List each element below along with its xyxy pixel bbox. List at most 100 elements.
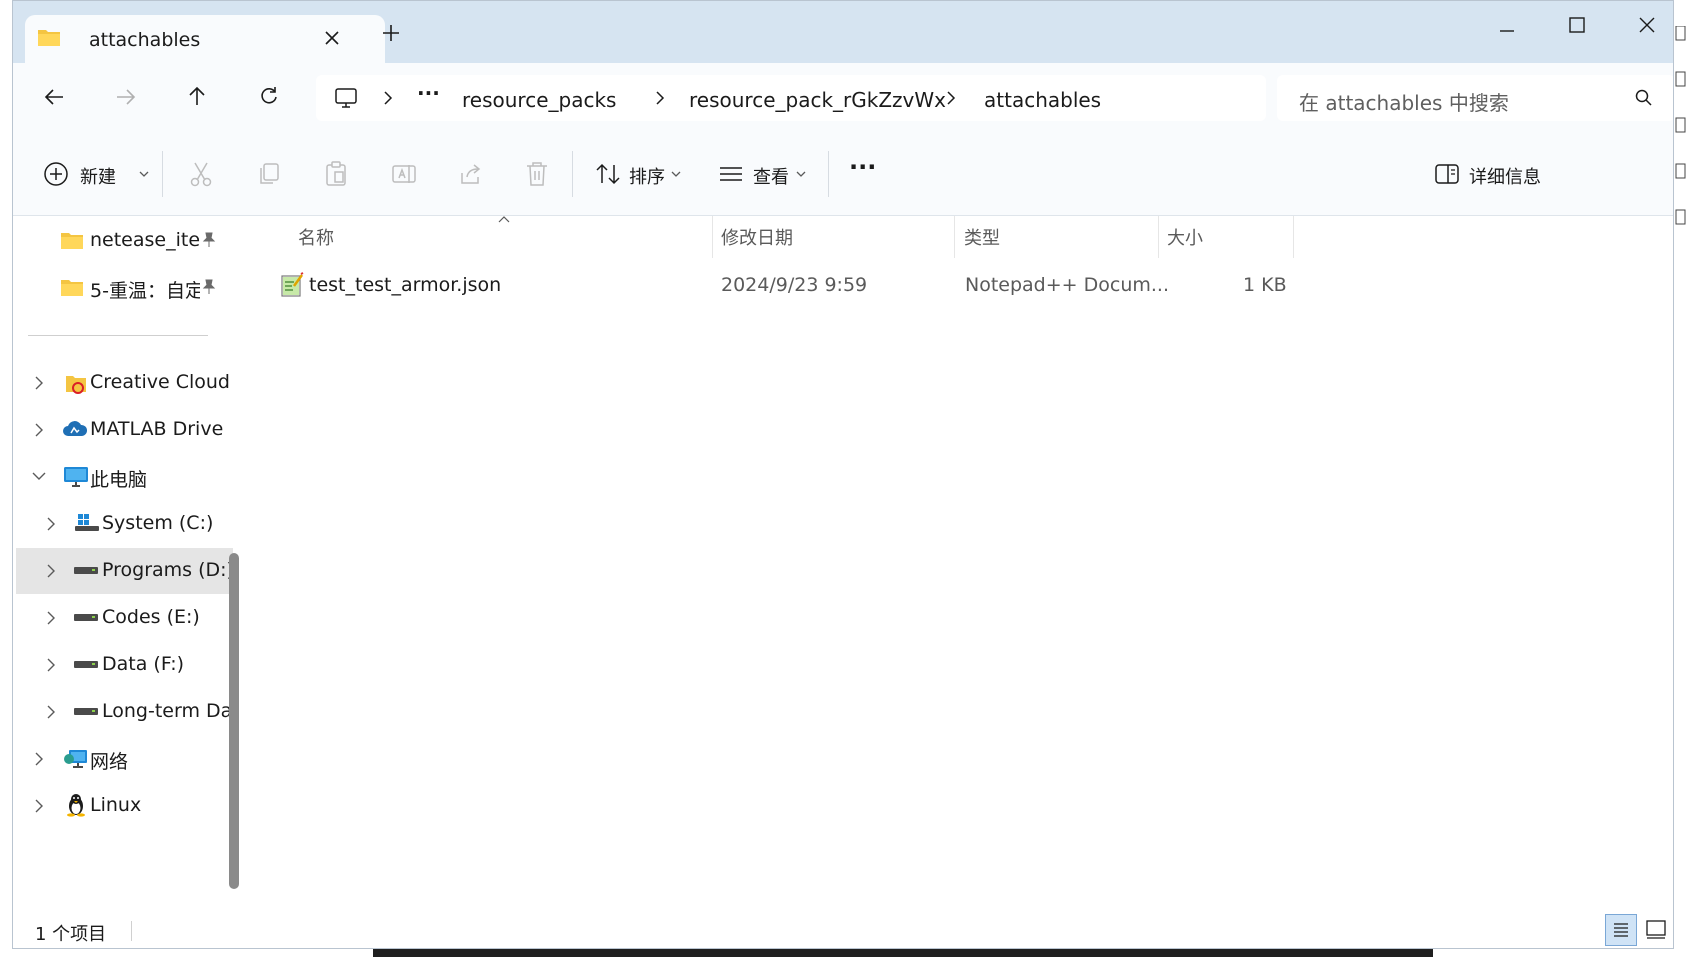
sidebar-item-data-f[interactable]: Data (F:)	[16, 642, 233, 688]
chevron-right-icon[interactable]	[46, 563, 56, 579]
computer-icon	[63, 466, 89, 488]
sidebar-item-label: Long-term Da	[102, 700, 230, 722]
sidebar-item-system-c[interactable]: System (C:)	[16, 501, 233, 547]
chevron-down-icon	[796, 170, 806, 178]
view-button[interactable]: 查看	[719, 161, 811, 189]
explorer-window: attachables ··· resource_packs resource_…	[12, 0, 1674, 949]
forward-arrow-icon[interactable]	[115, 87, 137, 107]
drive-icon	[74, 661, 98, 669]
sidebar-divider	[28, 335, 208, 336]
new-tab-button[interactable]	[381, 23, 401, 43]
refresh-icon[interactable]	[259, 86, 279, 106]
up-arrow-icon[interactable]	[187, 85, 207, 107]
sidebar-item-matlab-drive[interactable]: MATLAB Drive	[16, 407, 233, 453]
details-pane-icon	[1435, 163, 1459, 185]
share-icon[interactable]	[458, 161, 484, 187]
file-name[interactable]: test_test_armor.json	[309, 274, 501, 296]
sidebar-item-codes-e[interactable]: Codes (E:)	[16, 595, 233, 641]
rename-icon[interactable]	[391, 161, 417, 187]
background-file-icon	[1674, 26, 1686, 246]
address-bar[interactable]: ··· resource_packs resource_pack_rGkZzvW…	[316, 75, 1266, 121]
sidebar-item-label: Programs (D:)	[102, 559, 234, 581]
delete-icon[interactable]	[525, 161, 549, 187]
sidebar-item-network[interactable]: 网络	[16, 736, 233, 782]
close-window-button[interactable]	[1637, 15, 1657, 35]
sidebar-item-netease[interactable]: netease_iten	[16, 218, 233, 264]
chevron-down-icon[interactable]	[31, 471, 47, 481]
chevron-right-icon[interactable]	[34, 422, 44, 438]
minimize-button[interactable]	[1497, 21, 1517, 41]
thumbnail-view-toggle[interactable]	[1641, 914, 1671, 944]
column-divider[interactable]	[712, 216, 713, 258]
search-placeholder[interactable]: 在 attachables 中搜索	[1299, 87, 1509, 116]
sidebar-item-label: Linux	[90, 794, 142, 816]
paste-icon[interactable]	[324, 161, 348, 187]
sidebar-item-programs-d[interactable]: Programs (D:)	[16, 548, 234, 594]
maximize-button[interactable]	[1567, 15, 1587, 35]
this-pc-icon	[334, 87, 358, 109]
notepad-file-icon	[280, 272, 304, 298]
sort-button[interactable]: 排序	[595, 161, 685, 189]
sidebar-item-label: 此电脑	[90, 469, 148, 491]
tab-title: attachables	[89, 29, 201, 51]
sidebar-item-label: Codes (E:)	[102, 606, 200, 628]
tab-attachables[interactable]: attachables	[25, 15, 385, 63]
command-bar: 新建 排序 查看 ··· 详细信息	[13, 133, 1673, 216]
back-arrow-icon[interactable]	[43, 87, 65, 107]
chevron-right-icon[interactable]	[945, 90, 957, 106]
sidebar-item-this-pc[interactable]: 此电脑	[16, 454, 233, 500]
sidebar-scrollbar[interactable]	[229, 553, 239, 889]
sidebar-item-label: netease_iten	[90, 229, 200, 251]
toolbar-divider	[572, 151, 573, 197]
chevron-right-icon[interactable]	[46, 657, 56, 673]
creative-cloud-icon	[64, 371, 88, 395]
sidebar-item-long-term[interactable]: Long-term Da	[16, 689, 233, 735]
view-label: 查看	[753, 167, 789, 188]
pin-icon	[202, 279, 216, 295]
new-button[interactable]: 新建	[43, 161, 153, 189]
search-box[interactable]: 在 attachables 中搜索	[1277, 75, 1673, 121]
chevron-right-icon[interactable]	[46, 610, 56, 626]
chevron-right-icon[interactable]	[382, 90, 394, 106]
chevron-right-icon[interactable]	[46, 516, 56, 532]
column-header-size[interactable]: 大小	[1167, 224, 1203, 250]
chevron-down-icon	[139, 170, 149, 178]
status-bar: 1 个项目	[13, 911, 1673, 948]
sidebar-item-linux[interactable]: Linux	[16, 783, 233, 829]
chevron-right-icon[interactable]	[34, 798, 44, 814]
pin-icon	[202, 232, 216, 248]
sidebar-item-label: MATLAB Drive	[90, 418, 224, 440]
details-label: 详细信息	[1469, 167, 1541, 188]
cut-icon[interactable]	[189, 161, 213, 187]
column-divider[interactable]	[954, 216, 955, 258]
column-header-modified[interactable]: 修改日期	[721, 224, 793, 250]
more-options-button[interactable]: ···	[849, 153, 876, 181]
sort-arrows-icon	[595, 161, 621, 187]
sidebar-item-chongwen[interactable]: 5-重温：自定	[16, 265, 233, 311]
title-bar: attachables	[13, 1, 1673, 63]
sidebar-item-label: Creative Cloud	[90, 371, 230, 393]
column-header-name[interactable]: 名称	[298, 224, 334, 250]
sort-indicator-icon	[498, 216, 510, 224]
drive-icon	[74, 614, 98, 622]
close-tab-icon[interactable]	[323, 29, 341, 47]
details-pane-button[interactable]: 详细信息	[1435, 161, 1555, 189]
copy-icon[interactable]	[257, 161, 281, 187]
column-divider[interactable]	[1293, 216, 1294, 258]
details-view-toggle[interactable]	[1605, 914, 1637, 946]
breadcrumb-item-attachables[interactable]: attachables	[984, 88, 1101, 112]
chevron-right-icon[interactable]	[46, 704, 56, 720]
breadcrumb-more[interactable]: ···	[417, 81, 440, 105]
chevron-right-icon[interactable]	[34, 375, 44, 391]
sidebar-item-creative-cloud[interactable]: Creative Cloud	[16, 360, 233, 406]
sidebar-item-label: Data (F:)	[102, 653, 185, 675]
breadcrumb-item-resource-pack[interactable]: resource_pack_rGkZzvWx	[689, 88, 946, 112]
chevron-right-icon[interactable]	[654, 90, 666, 106]
search-icon[interactable]	[1635, 89, 1653, 107]
column-header-type[interactable]: 类型	[964, 224, 1000, 250]
windows-drive-icon	[74, 513, 100, 533]
chevron-right-icon[interactable]	[34, 751, 44, 767]
breadcrumb-item-resource-packs[interactable]: resource_packs	[462, 88, 616, 112]
navigation-pane: netease_iten 5-重温：自定 Creative Cloud MATL…	[13, 216, 248, 911]
column-divider[interactable]	[1158, 216, 1159, 258]
